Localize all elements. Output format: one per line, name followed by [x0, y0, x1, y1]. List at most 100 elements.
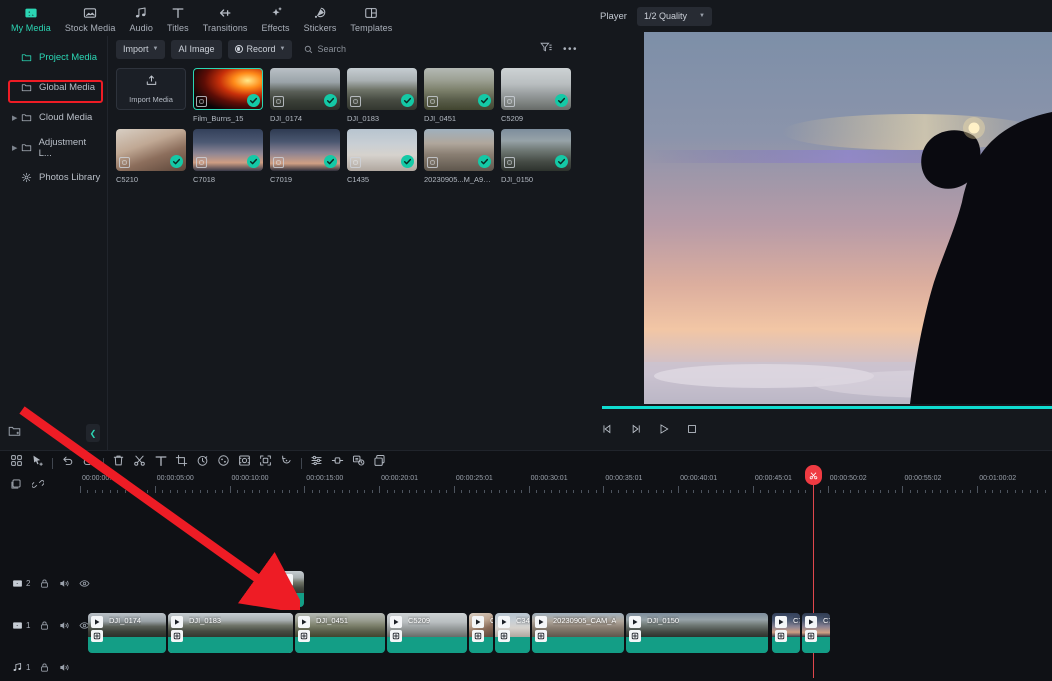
timeline-clip[interactable]: 20230905_CAM_A: [532, 613, 624, 653]
media-item[interactable]: Film_Burns_15: [193, 68, 263, 123]
quality-selector[interactable]: 1/2 Quality ▼: [636, 6, 712, 26]
mute-icon[interactable]: [59, 578, 70, 589]
sidebar-item-photos-library[interactable]: Photos Library: [6, 164, 101, 191]
color-button[interactable]: [213, 453, 234, 473]
next-frame-button[interactable]: [630, 422, 642, 440]
nav-tab-templates[interactable]: Templates: [343, 2, 399, 36]
speed-button[interactable]: [192, 453, 213, 473]
sidebar-item-adjustment-l[interactable]: ▶ Adjustment L...: [6, 134, 101, 161]
sidebar-item-cloud-media[interactable]: ▶ Cloud Media: [6, 104, 101, 131]
sidebar-item-project-media[interactable]: Project Media: [6, 44, 101, 71]
track-lane-video-1[interactable]: DJI_0174 DJI_0183 DJI_0451 C5209 C5 C343…: [80, 613, 1052, 653]
import-button[interactable]: Import ▼: [116, 39, 166, 59]
nav-tab-stock-media[interactable]: Stock Media: [58, 2, 123, 36]
lock-icon[interactable]: [39, 578, 50, 589]
timeline-clip[interactable]: [278, 571, 304, 607]
screen-split-button[interactable]: [255, 453, 276, 473]
clip-name: C7: [793, 616, 800, 625]
ruler-tick: [992, 489, 994, 493]
timeline-clip[interactable]: DJI_0174: [88, 613, 166, 653]
timeline-clip[interactable]: C5209: [387, 613, 467, 653]
play-button[interactable]: [658, 422, 670, 440]
ruler-tick: [326, 489, 328, 493]
player-stage[interactable]: [644, 32, 1052, 404]
timeline-clip[interactable]: DJI_0451: [295, 613, 385, 653]
media-item[interactable]: C7019: [270, 129, 340, 184]
media-item[interactable]: C5209: [501, 68, 571, 123]
undo-button[interactable]: [57, 453, 78, 473]
nav-tab-transitions[interactable]: Transitions: [196, 2, 255, 36]
clip-transform-icon: [390, 630, 402, 642]
timeline-clip[interactable]: DJI_0183: [168, 613, 293, 653]
track-lane-video-2[interactable]: [80, 571, 1052, 607]
media-thumbnail[interactable]: [424, 129, 494, 171]
media-thumbnail[interactable]: [193, 129, 263, 171]
media-item[interactable]: C5210: [116, 129, 186, 184]
split-button[interactable]: [129, 453, 150, 473]
media-thumbnail[interactable]: [193, 68, 263, 110]
link-unlink-icon[interactable]: [31, 477, 45, 495]
media-thumbnail[interactable]: [424, 68, 494, 110]
media-thumbnail[interactable]: [347, 129, 417, 171]
nav-tab-my-media[interactable]: My Media: [4, 2, 58, 36]
timeline-ruler[interactable]: 00:00:00:00 00:00:05:00 00:00:10:00 00:00:1…: [80, 475, 1052, 497]
redo-button[interactable]: [78, 453, 99, 473]
import-media-dropzone[interactable]: Import Media: [116, 68, 186, 110]
chevron-right-icon[interactable]: ▶: [12, 114, 21, 122]
check-icon: [480, 97, 489, 104]
chevron-right-icon[interactable]: ▶: [12, 144, 21, 152]
prev-frame-button[interactable]: [602, 422, 614, 440]
playhead-split-badge[interactable]: [805, 465, 822, 485]
import-media-tile[interactable]: Import Media: [116, 68, 186, 123]
snapshot-icon[interactable]: [10, 477, 22, 495]
track-lane-audio-1[interactable]: [80, 659, 1052, 679]
mute-icon[interactable]: [59, 662, 70, 673]
media-item[interactable]: DJI_0174: [270, 68, 340, 123]
nav-tab-stickers[interactable]: Stickers: [297, 2, 344, 36]
stop-button[interactable]: [686, 422, 698, 440]
delete-button[interactable]: [108, 453, 129, 473]
media-thumbnail[interactable]: [501, 68, 571, 110]
media-item[interactable]: DJI_0150: [501, 129, 571, 184]
marker-button[interactable]: [348, 453, 369, 473]
select-tool-button[interactable]: [27, 453, 48, 473]
media-thumbnail[interactable]: [501, 129, 571, 171]
render-button[interactable]: [369, 453, 390, 473]
nav-tab-audio[interactable]: Audio: [122, 2, 160, 36]
player-seekbar[interactable]: [602, 406, 1052, 409]
timeline-clip[interactable]: DJI_0150: [626, 613, 768, 653]
media-thumbnail[interactable]: [116, 129, 186, 171]
media-item[interactable]: 20230905...M_A9842: [424, 129, 494, 184]
new-folder-icon[interactable]: [8, 424, 21, 442]
lock-icon[interactable]: [39, 620, 50, 631]
rotate-button[interactable]: [276, 453, 297, 473]
crop-button[interactable]: [171, 453, 192, 473]
keyframe-button[interactable]: [327, 453, 348, 473]
audio-mixer-button[interactable]: [306, 453, 327, 473]
timeline-clip[interactable]: C7: [802, 613, 830, 653]
mute-icon[interactable]: [59, 620, 70, 631]
timeline-clip[interactable]: C343: [495, 613, 530, 653]
timeline-clip[interactable]: C7: [772, 613, 800, 653]
record-button[interactable]: Record ▼: [227, 39, 293, 59]
media-thumbnail[interactable]: [347, 68, 417, 110]
media-item[interactable]: C1435: [347, 129, 417, 184]
nav-tab-titles[interactable]: Titles: [160, 2, 196, 36]
lock-icon[interactable]: [39, 662, 50, 673]
media-thumbnail[interactable]: [270, 129, 340, 171]
media-thumbnail[interactable]: [270, 68, 340, 110]
text-button[interactable]: [150, 453, 171, 473]
media-item[interactable]: DJI_0183: [347, 68, 417, 123]
media-item[interactable]: DJI_0451: [424, 68, 494, 123]
search-input[interactable]: Search: [298, 44, 534, 54]
nav-tab-effects[interactable]: Effects: [255, 2, 297, 36]
media-item[interactable]: C7018: [193, 129, 263, 184]
more-horizontal-icon[interactable]: •••: [563, 44, 578, 55]
timeline-clip[interactable]: C5: [469, 613, 493, 653]
grid-view-button[interactable]: [6, 453, 27, 473]
mask-button[interactable]: [234, 453, 255, 473]
ai-image-button[interactable]: AI Image: [171, 39, 222, 59]
collapse-sidebar-button[interactable]: ❮: [86, 424, 100, 442]
sidebar-item-global-media[interactable]: Global Media: [6, 74, 101, 101]
filter-sort-icon[interactable]: [540, 40, 552, 58]
